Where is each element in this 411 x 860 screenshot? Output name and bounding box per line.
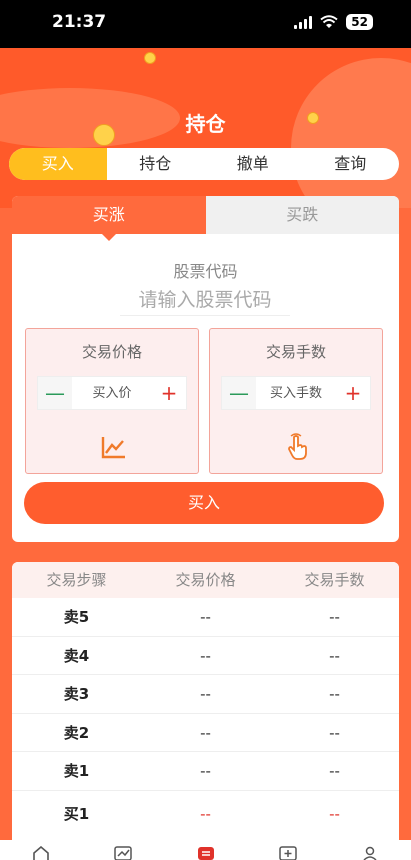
nav-home[interactable] bbox=[0, 840, 82, 860]
hand-pointer-icon bbox=[288, 433, 307, 460]
status-icons: 52 bbox=[294, 14, 373, 30]
row-price: -- bbox=[200, 608, 211, 626]
row-step: 卖1 bbox=[63, 762, 90, 780]
quantity-stepper: — + bbox=[221, 376, 371, 410]
trade-icon bbox=[197, 847, 214, 860]
row-price: -- bbox=[200, 685, 211, 703]
table-row: 卖5 -- -- bbox=[12, 598, 399, 637]
battery-icon: 52 bbox=[346, 14, 373, 30]
row-price: -- bbox=[200, 804, 211, 823]
wifi-icon bbox=[320, 15, 338, 28]
quantity-minus-button[interactable]: — bbox=[222, 377, 256, 409]
quantity-input[interactable] bbox=[256, 377, 336, 409]
row-price: -- bbox=[200, 762, 211, 780]
nav-profile[interactable] bbox=[329, 840, 411, 860]
row-qty: -- bbox=[329, 762, 340, 780]
page-title: 持仓 bbox=[185, 112, 226, 136]
bottom-nav bbox=[0, 840, 411, 860]
row-step: 卖5 bbox=[63, 608, 90, 626]
price-minus-button[interactable]: — bbox=[38, 377, 72, 409]
chart-icon bbox=[114, 846, 133, 860]
tab-buy-up[interactable]: 买涨 bbox=[12, 196, 206, 241]
row-step: 卖3 bbox=[63, 685, 90, 703]
tab-cancel[interactable]: 撤单 bbox=[204, 148, 302, 180]
quantity-box: 交易手数 — + bbox=[209, 328, 383, 474]
header-qty: 交易手数 bbox=[304, 571, 365, 589]
line-chart-icon bbox=[101, 437, 125, 459]
table-row: 卖1 -- -- bbox=[12, 752, 399, 791]
price-plus-button[interactable]: + bbox=[152, 377, 186, 409]
signal-icon bbox=[294, 15, 313, 29]
tab-buy-down[interactable]: 买跌 bbox=[205, 196, 399, 234]
user-icon bbox=[363, 846, 377, 860]
row-qty: -- bbox=[329, 646, 340, 665]
price-stepper: — + bbox=[37, 376, 187, 410]
row-step: 买1 bbox=[63, 804, 90, 823]
order-card: 买涨 买跌 股票代码 交易价格 — + 交易手数 — + 买入 bbox=[12, 196, 399, 542]
home-icon bbox=[33, 846, 49, 860]
main-tabs: 买入 持仓 撤单 查询 bbox=[9, 148, 399, 180]
row-step: 卖2 bbox=[63, 723, 90, 742]
nav-trade[interactable] bbox=[164, 840, 246, 860]
plus-square-icon bbox=[278, 846, 297, 860]
status-time: 21:37 bbox=[52, 12, 107, 32]
order-book-table: 交易步骤 交易价格 交易手数 卖5 -- -- 卖4 -- -- 卖3 -- -… bbox=[12, 562, 399, 848]
table-row: 卖4 -- -- bbox=[12, 637, 399, 675]
row-qty: -- bbox=[329, 723, 340, 742]
quantity-plus-button[interactable]: + bbox=[336, 377, 370, 409]
price-box: 交易价格 — + bbox=[25, 328, 199, 474]
price-input[interactable] bbox=[72, 377, 152, 409]
header-step: 交易步骤 bbox=[46, 571, 107, 589]
quantity-label: 交易手数 bbox=[265, 343, 326, 361]
table-row: 卖3 -- -- bbox=[12, 675, 399, 714]
row-price: -- bbox=[200, 723, 211, 742]
tab-buy[interactable]: 买入 bbox=[9, 148, 107, 180]
nav-market[interactable] bbox=[82, 840, 164, 860]
row-price: -- bbox=[200, 646, 211, 665]
table-row: 买1 -- -- bbox=[12, 791, 399, 837]
header-price: 交易价格 bbox=[175, 571, 236, 589]
tab-query[interactable]: 查询 bbox=[302, 148, 400, 180]
row-step: 卖4 bbox=[63, 646, 90, 665]
nav-add[interactable] bbox=[247, 840, 329, 860]
row-qty: -- bbox=[329, 804, 340, 823]
buy-button[interactable]: 买入 bbox=[24, 482, 384, 524]
row-qty: -- bbox=[329, 608, 340, 626]
coin-icon bbox=[144, 52, 156, 64]
stock-code-input[interactable] bbox=[120, 284, 290, 316]
direction-tabs: 买涨 买跌 bbox=[12, 196, 399, 241]
tab-positions[interactable]: 持仓 bbox=[107, 148, 205, 180]
stock-code-label: 股票代码 bbox=[173, 262, 238, 281]
status-bar: 21:37 52 bbox=[0, 0, 411, 48]
price-label: 交易价格 bbox=[81, 343, 142, 361]
table-header: 交易步骤 交易价格 交易手数 bbox=[12, 562, 399, 598]
table-row: 卖2 -- -- bbox=[12, 714, 399, 752]
row-qty: -- bbox=[329, 685, 340, 703]
